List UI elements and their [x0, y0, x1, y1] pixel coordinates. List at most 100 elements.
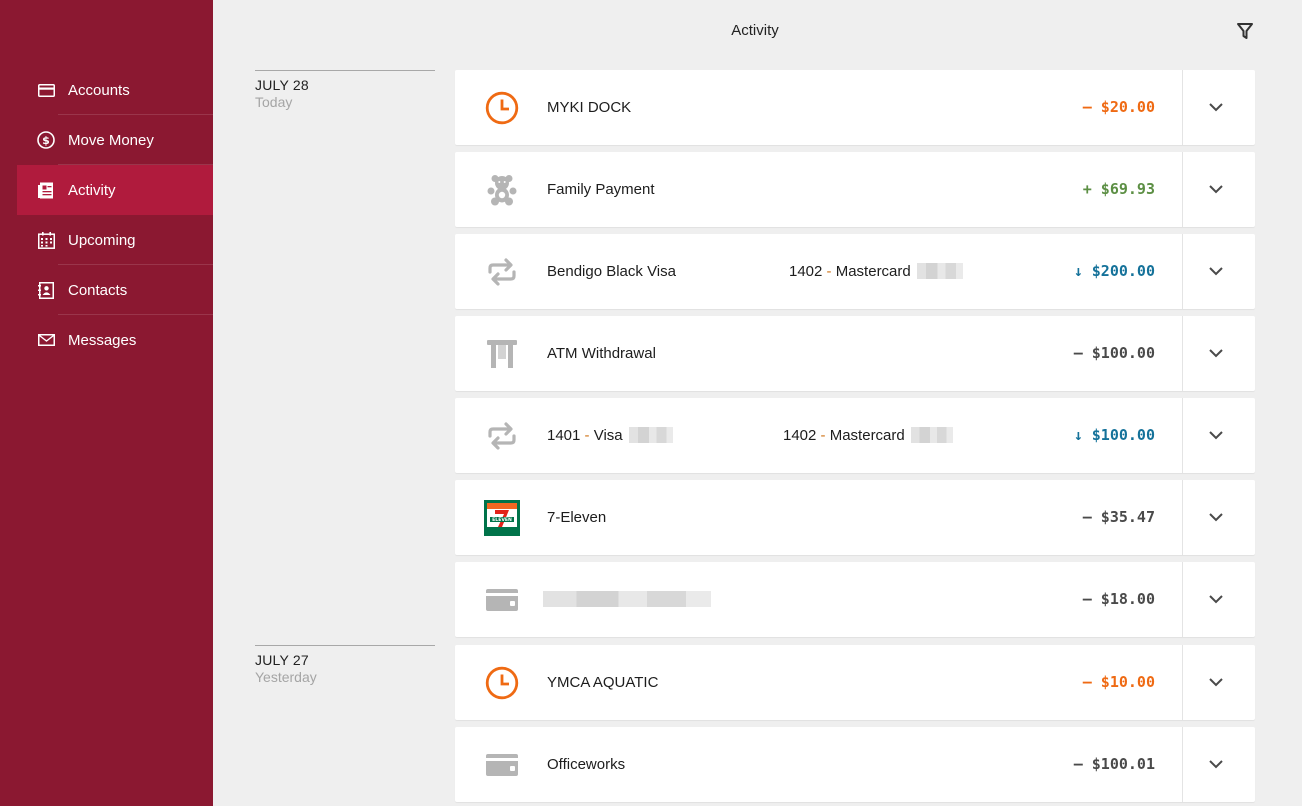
sidebar-nav: Accounts $ Move Money Activity Upcoming: [0, 65, 213, 365]
transaction-row[interactable]: Bendigo Black Visa 1402 - Mastercard ↓ $…: [455, 234, 1255, 309]
sidebar-item-move-money[interactable]: $ Move Money: [0, 115, 213, 165]
chevron-down-icon: [1209, 513, 1223, 522]
atm-icon: [483, 335, 521, 373]
expand-button[interactable]: [1208, 427, 1228, 445]
transaction-amount: – $18.00: [1082, 590, 1155, 608]
svg-text:ELEVEN: ELEVEN: [492, 517, 512, 523]
transaction-amount: – $20.00: [1082, 98, 1155, 116]
sidebar-item-messages[interactable]: Messages: [0, 315, 213, 365]
account-name: Mastercard: [829, 427, 905, 444]
sidebar-item-accounts[interactable]: Accounts: [0, 65, 213, 115]
seven-eleven-logo: ELEVEN: [483, 499, 521, 537]
account-number: 1401: [547, 427, 581, 444]
sidebar-item-label: Messages: [68, 331, 137, 349]
filter-button[interactable]: [1236, 22, 1256, 42]
sidebar-item-upcoming[interactable]: Upcoming: [0, 215, 213, 265]
transaction-row[interactable]: ATM Withdrawal – $100.00: [455, 316, 1255, 391]
transaction-row[interactable]: YMCA AQUATIC – $10.00: [455, 645, 1255, 720]
date-relative-label: Yesterday: [255, 669, 317, 685]
calendar-icon: [37, 231, 55, 249]
transaction-name: Bendigo Black Visa: [547, 263, 676, 280]
expand-button[interactable]: [1208, 591, 1228, 609]
account-number: 1402: [789, 263, 823, 280]
transfer-destination: 1402 - Mastercard: [783, 427, 953, 444]
date-label: JULY 27: [255, 652, 309, 668]
transaction-row[interactable]: ELEVEN 7-Eleven – $35.47: [455, 480, 1255, 555]
card-icon: [37, 81, 55, 99]
divider: [1182, 645, 1183, 720]
expand-button[interactable]: [1208, 756, 1228, 774]
transaction-row[interactable]: – $18.00: [455, 562, 1255, 637]
divider: [1182, 316, 1183, 391]
date-label: JULY 28: [255, 77, 309, 93]
date-relative-label: Today: [255, 94, 293, 110]
transaction-name: Family Payment: [547, 181, 655, 198]
filter-icon: [1237, 23, 1253, 39]
transaction-amount: – $100.01: [1073, 755, 1155, 773]
divider: [1182, 70, 1183, 145]
expand-button[interactable]: [1208, 509, 1228, 527]
expand-button[interactable]: [1208, 345, 1228, 363]
transaction-name: 7-Eleven: [547, 509, 607, 526]
expand-button[interactable]: [1208, 674, 1228, 692]
chevron-down-icon: [1209, 267, 1223, 276]
sidebar-item-label: Activity: [68, 181, 116, 199]
divider: [1182, 234, 1183, 309]
chevron-down-icon: [1209, 349, 1223, 358]
clock-icon: [483, 664, 521, 702]
chevron-down-icon: [1209, 678, 1223, 687]
svg-text:$: $: [42, 134, 50, 147]
transfer-icon: [483, 253, 521, 291]
contact-icon: [37, 281, 55, 299]
date-header-yesterday: JULY 27 Yesterday: [255, 645, 435, 685]
separator: -: [822, 263, 836, 280]
sidebar-item-label: Move Money: [68, 131, 154, 149]
transaction-name: MYKI DOCK: [547, 99, 632, 116]
transaction-name: 1401 - Visa: [547, 427, 673, 444]
chevron-down-icon: [1209, 185, 1223, 194]
redacted-text: [628, 427, 673, 443]
sidebar: Accounts $ Move Money Activity Upcoming: [0, 0, 213, 806]
transaction-amount: – $10.00: [1082, 673, 1155, 691]
chevron-down-icon: [1209, 103, 1223, 112]
transfer-icon: [483, 417, 521, 455]
sidebar-item-label: Accounts: [68, 81, 130, 99]
date-header-today: JULY 28 Today: [255, 70, 435, 110]
transfer-destination: 1402 - Mastercard: [789, 263, 963, 280]
sidebar-item-contacts[interactable]: Contacts: [0, 265, 213, 315]
transaction-amount: ↓ $100.00: [1073, 426, 1155, 444]
card-icon: [483, 581, 521, 619]
expand-button[interactable]: [1208, 263, 1228, 281]
chevron-down-icon: [1209, 595, 1223, 604]
transaction-name: [543, 591, 711, 608]
transaction-amount: – $35.47: [1082, 508, 1155, 526]
sidebar-item-label: Contacts: [68, 281, 128, 299]
transaction-name: YMCA AQUATIC: [547, 674, 659, 691]
chevron-down-icon: [1209, 760, 1223, 769]
card-icon: [483, 746, 521, 784]
expand-button[interactable]: [1208, 99, 1228, 117]
transaction-name: ATM Withdrawal: [547, 345, 656, 362]
transaction-row[interactable]: Family Payment + $69.93: [455, 152, 1255, 227]
transaction-amount: + $69.93: [1082, 180, 1155, 198]
account-number: 1402: [783, 427, 817, 444]
divider: [1182, 727, 1183, 802]
redacted-text: [910, 427, 953, 443]
teddy-bear-icon: [483, 171, 521, 209]
divider: [1182, 398, 1183, 473]
account-name: Mastercard: [835, 263, 911, 280]
transaction-row[interactable]: Officeworks – $100.01: [455, 727, 1255, 802]
clock-icon: [483, 89, 521, 127]
transaction-amount: – $100.00: [1073, 344, 1155, 362]
expand-button[interactable]: [1208, 181, 1228, 199]
divider: [1182, 562, 1183, 637]
document-icon: [37, 181, 55, 199]
transaction-row[interactable]: 1401 - Visa 1402 - Mastercard ↓ $100.00: [455, 398, 1255, 473]
transaction-row[interactable]: MYKI DOCK – $20.00: [455, 70, 1255, 145]
chevron-down-icon: [1209, 431, 1223, 440]
page-title: Activity: [731, 22, 779, 39]
sidebar-item-activity[interactable]: Activity: [17, 165, 213, 215]
envelope-icon: [37, 331, 55, 349]
account-name: Visa: [593, 427, 623, 444]
transaction-name: Officeworks: [547, 756, 626, 773]
